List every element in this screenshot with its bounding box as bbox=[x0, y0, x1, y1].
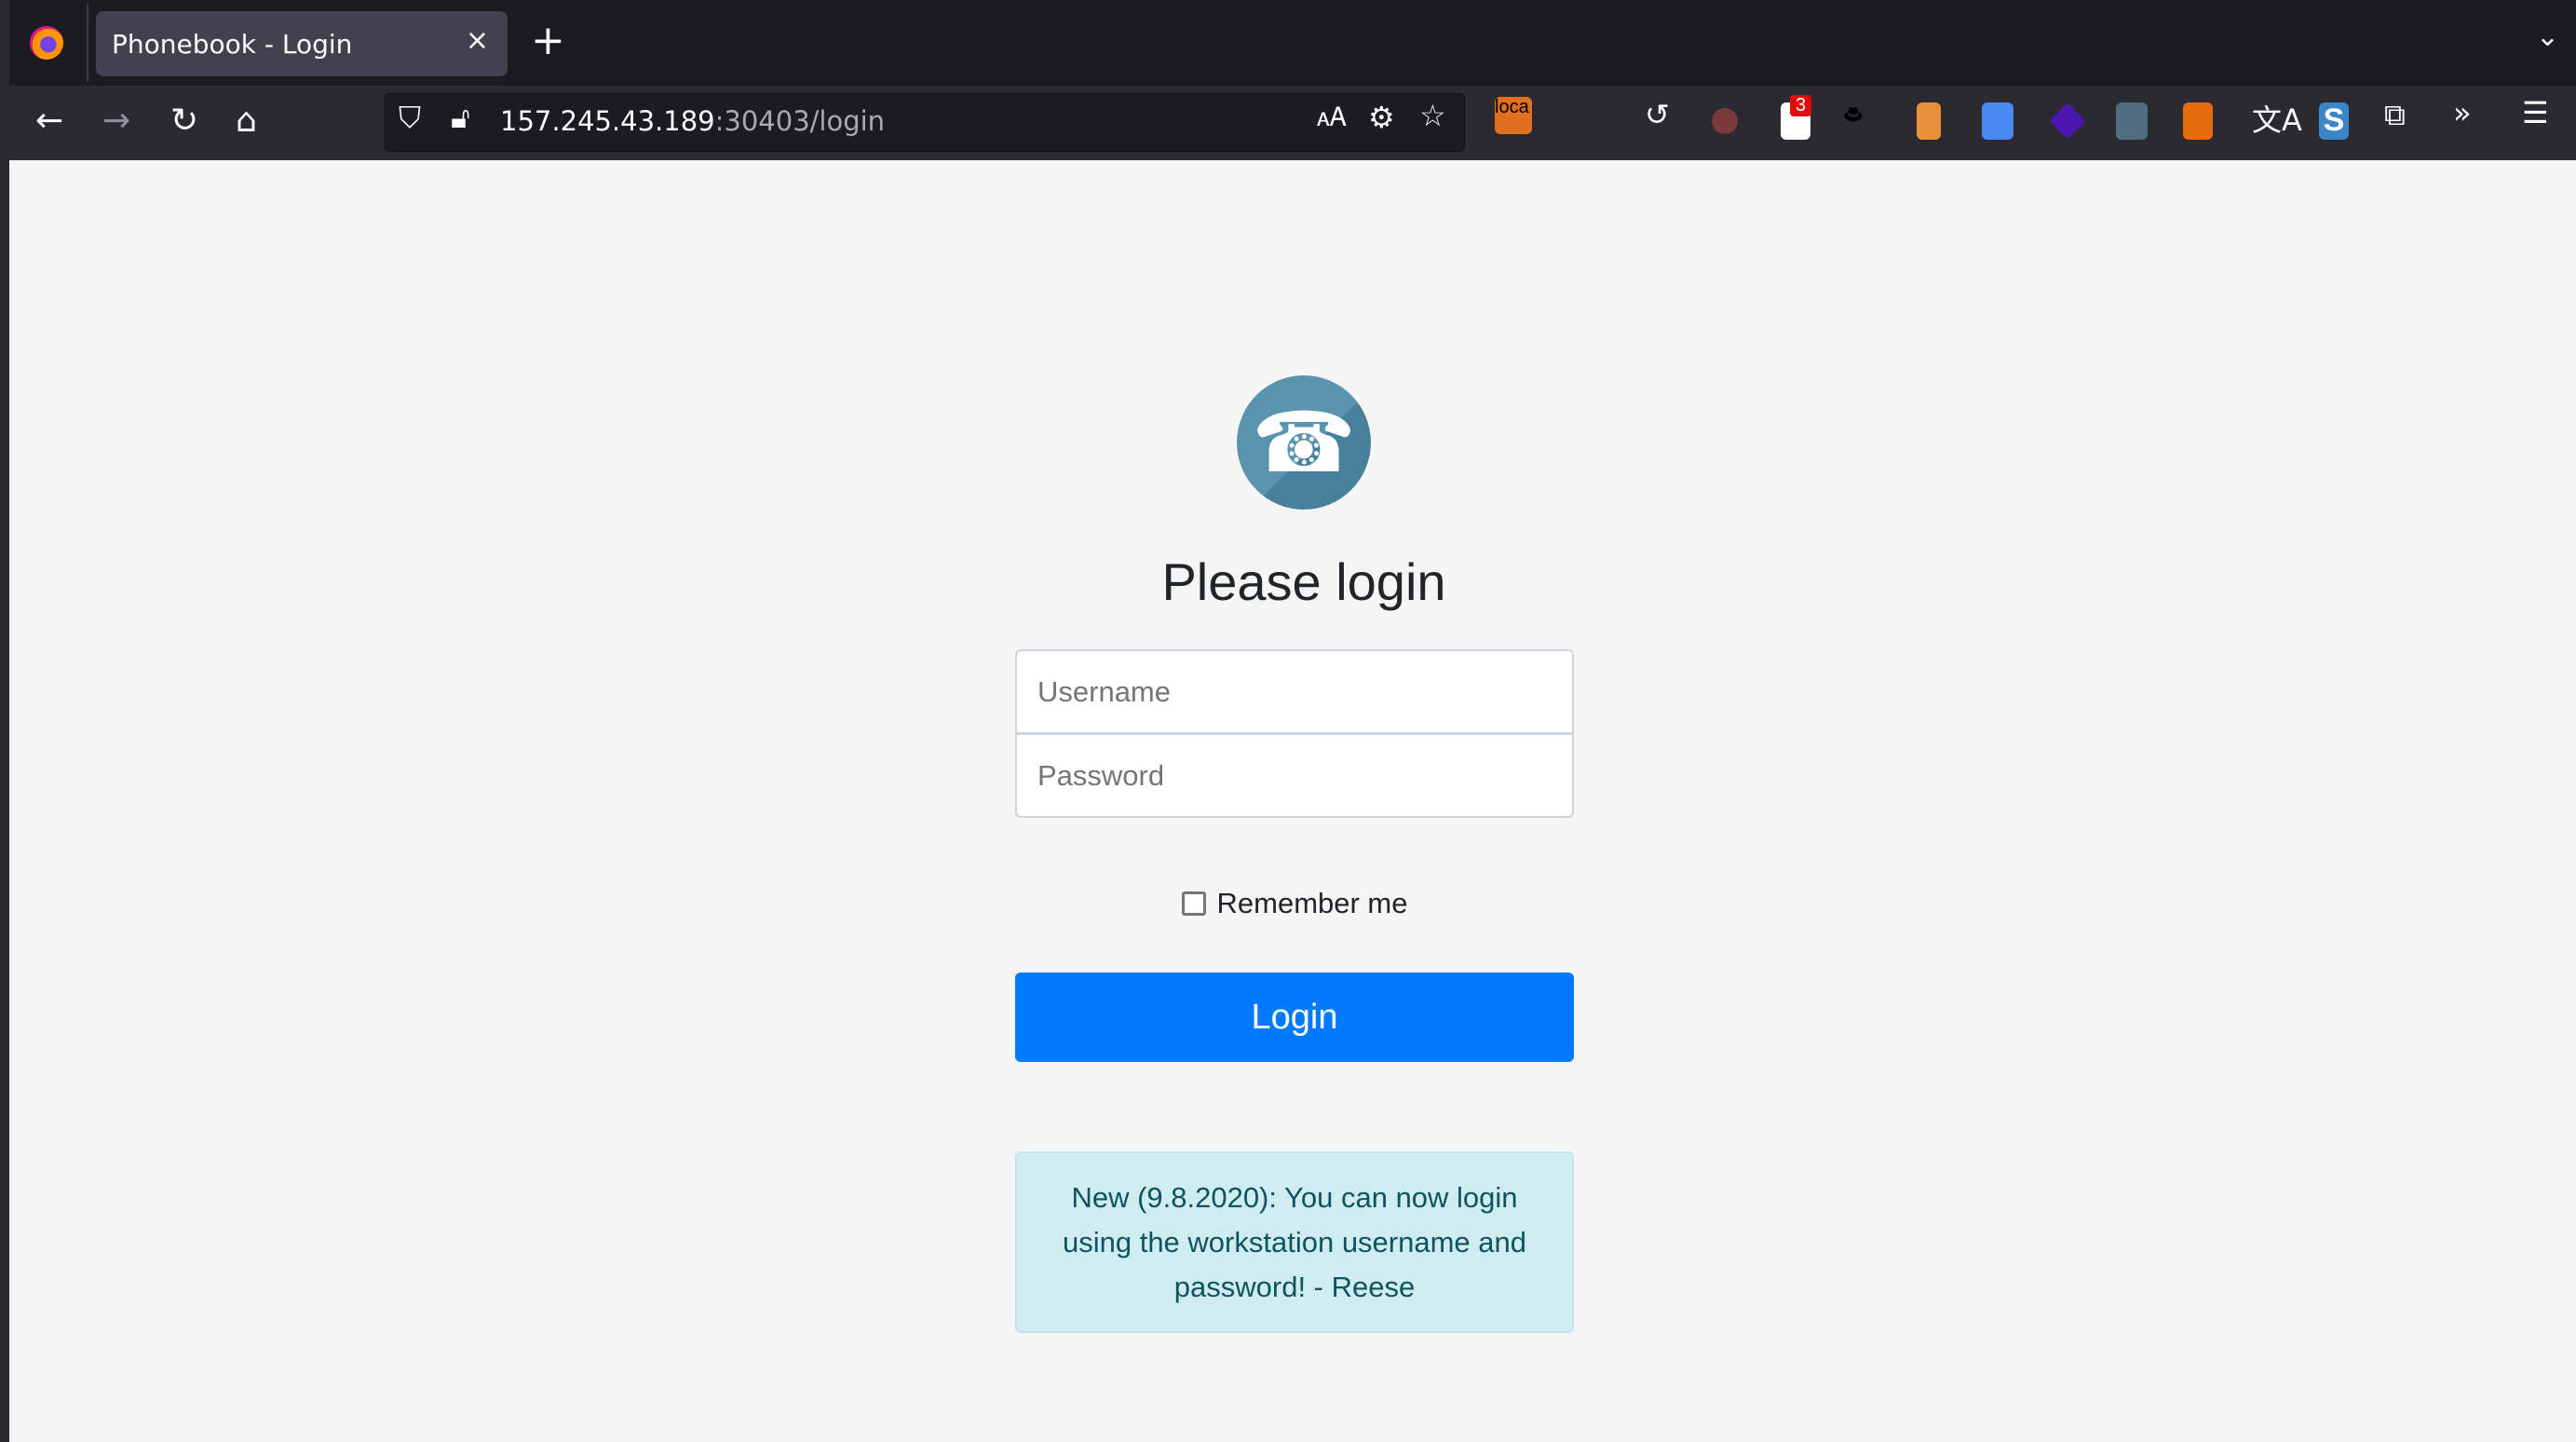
tab-bar: Phonebook - Login × + ⌄ bbox=[0, 0, 2576, 86]
s-extension-icon[interactable]: S bbox=[2319, 102, 2349, 140]
overflow-chevrons-icon[interactable]: » bbox=[2453, 95, 2472, 130]
image-extension-icon[interactable] bbox=[2116, 102, 2148, 140]
chevron-down-icon[interactable]: ⌄ bbox=[2536, 20, 2559, 53]
notification-badge: 3 bbox=[1790, 95, 1812, 116]
google-translate-icon[interactable] bbox=[1982, 102, 2013, 140]
home-icon[interactable]: ⌂ bbox=[236, 102, 257, 140]
localhost-extension-icon[interactable]: loca bbox=[1495, 97, 1532, 134]
insecure-lock-icon[interactable]: 🔓︎ bbox=[451, 100, 470, 136]
bookmark-star-icon[interactable]: ☆ bbox=[1419, 98, 1446, 133]
remember-me[interactable]: Remember me bbox=[1015, 887, 1574, 920]
diamond-extension-icon[interactable] bbox=[2049, 102, 2086, 140]
close-tab-icon[interactable]: × bbox=[466, 24, 489, 57]
tab-title: Phonebook - Login bbox=[112, 28, 353, 60]
back-icon[interactable]: ← bbox=[35, 102, 63, 140]
qr-code-icon[interactable] bbox=[2183, 102, 2213, 140]
firefox-icon[interactable] bbox=[30, 26, 63, 60]
window-edge bbox=[0, 0, 9, 1442]
page-content: ☎ Please login Remember me Login New (9.… bbox=[9, 160, 2576, 1442]
shield-icon[interactable]: ⛉ bbox=[399, 100, 421, 136]
bug-icon[interactable]: ⚙ bbox=[1368, 100, 1395, 135]
url-text[interactable]: 157.245.43.189:30403/login bbox=[500, 105, 885, 137]
remember-me-checkbox[interactable] bbox=[1181, 891, 1206, 916]
extension-dots-icon[interactable] bbox=[1712, 108, 1738, 134]
username-input[interactable] bbox=[1015, 649, 1574, 734]
phone-logo-icon: ☎ bbox=[1237, 375, 1371, 510]
history-icon[interactable]: ↺ bbox=[1645, 97, 1670, 132]
login-button[interactable]: Login bbox=[1015, 973, 1574, 1062]
hat-extension-icon[interactable]: 🎩︎ bbox=[1844, 97, 1863, 137]
translate-page-icon[interactable]: 🗚 bbox=[1317, 102, 1347, 133]
divider bbox=[87, 4, 88, 82]
tab-phonebook-login[interactable]: Phonebook - Login × bbox=[96, 11, 508, 76]
remember-me-label: Remember me bbox=[1216, 887, 1408, 919]
info-alert: New (9.8.2020): You can now login using … bbox=[1015, 1151, 1574, 1333]
page-title: Please login bbox=[1161, 552, 1446, 611]
menu-hamburger-icon[interactable]: ☰ bbox=[2522, 95, 2549, 130]
extensions-puzzle-icon[interactable]: ⧉ bbox=[2384, 97, 2406, 133]
new-tab-button[interactable]: + bbox=[531, 17, 565, 64]
forward-icon[interactable]: → bbox=[102, 102, 130, 140]
translate-icon[interactable]: 文A bbox=[2252, 97, 2302, 140]
reload-icon[interactable]: ↻ bbox=[170, 102, 198, 140]
password-input[interactable] bbox=[1015, 733, 1574, 818]
spy-extension-icon[interactable] bbox=[1917, 102, 1941, 140]
nav-toolbar: ← → ↻ ⌂ ⛉ 🔓︎ 157.245.43.189:30403/login … bbox=[0, 86, 2576, 160]
url-bar[interactable]: ⛉ 🔓︎ 157.245.43.189:30403/login 🗚 ⚙ ☆ bbox=[385, 93, 1465, 152]
